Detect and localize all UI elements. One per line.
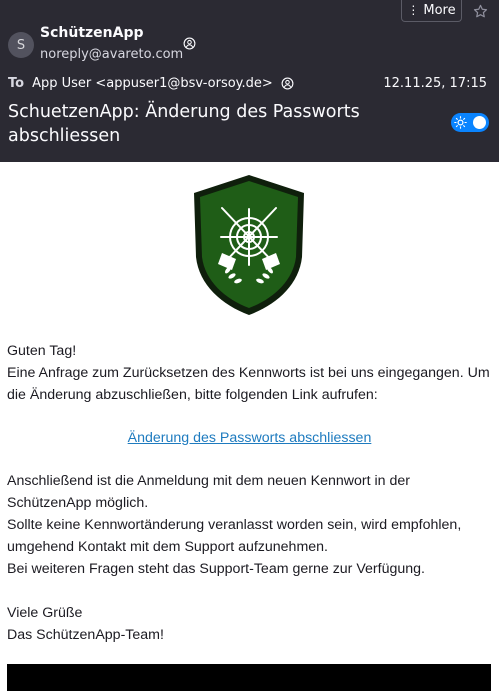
footer-bar <box>7 664 491 691</box>
message-body: Guten Tag! Eine Anfrage zum Zurücksetzen… <box>0 162 499 691</box>
message-subject: SchuetzenApp: Änderung des Passworts abs… <box>8 102 360 146</box>
schuetzen-shield-logo <box>194 175 304 315</box>
sender-email[interactable]: noreply@avareto.com <box>40 47 183 62</box>
closing-line: Viele Grüße <box>7 605 83 621</box>
info-line: Anschließend ist die Anmeldung mit dem n… <box>7 473 410 511</box>
message-header: ⋮ More S SchützenApp noreply@avareto.com… <box>0 0 499 162</box>
to-label: To <box>8 76 25 91</box>
recipient-row: To App User <appuser1@bsv-orsoy.de> <box>8 76 294 91</box>
sender-avatar: S <box>8 32 34 58</box>
toggle-knob <box>473 116 486 129</box>
add-contact-icon[interactable] <box>183 37 196 50</box>
star-button[interactable] <box>468 0 492 22</box>
more-button[interactable]: ⋮ More <box>401 0 462 22</box>
sun-icon <box>454 116 467 129</box>
star-icon <box>473 4 487 17</box>
more-button-label: More <box>423 3 456 18</box>
remote-content-toggle[interactable] <box>451 113 489 132</box>
closing-signature: Viele Grüße Das SchützenApp-Team! <box>7 602 164 646</box>
complete-password-change-link[interactable]: Änderung des Passworts abschliessen <box>128 430 372 446</box>
info-line: Bei weiteren Fragen steht das Support-Te… <box>7 561 425 577</box>
sender-name[interactable]: SchützenApp <box>40 25 144 41</box>
recipient-address[interactable]: App User <appuser1@bsv-orsoy.de> <box>32 76 273 91</box>
recipient-contact-icon[interactable] <box>281 77 294 90</box>
info-paragraph: Anschließend ist die Anmeldung mit dem n… <box>7 470 493 580</box>
reset-link-row: Änderung des Passworts abschliessen <box>0 427 499 449</box>
greeting-text: Guten Tag! <box>7 343 77 359</box>
closing-line: Das SchützenApp-Team! <box>7 627 164 643</box>
info-line: Sollte keine Kennwortänderung veranlasst… <box>7 517 462 555</box>
message-date: 12.11.25, 17:15 <box>383 76 487 91</box>
vertical-ellipsis-icon: ⋮ <box>407 3 420 17</box>
intro-paragraph: Eine Anfrage zum Zurücksetzen des Kennwo… <box>7 365 490 403</box>
